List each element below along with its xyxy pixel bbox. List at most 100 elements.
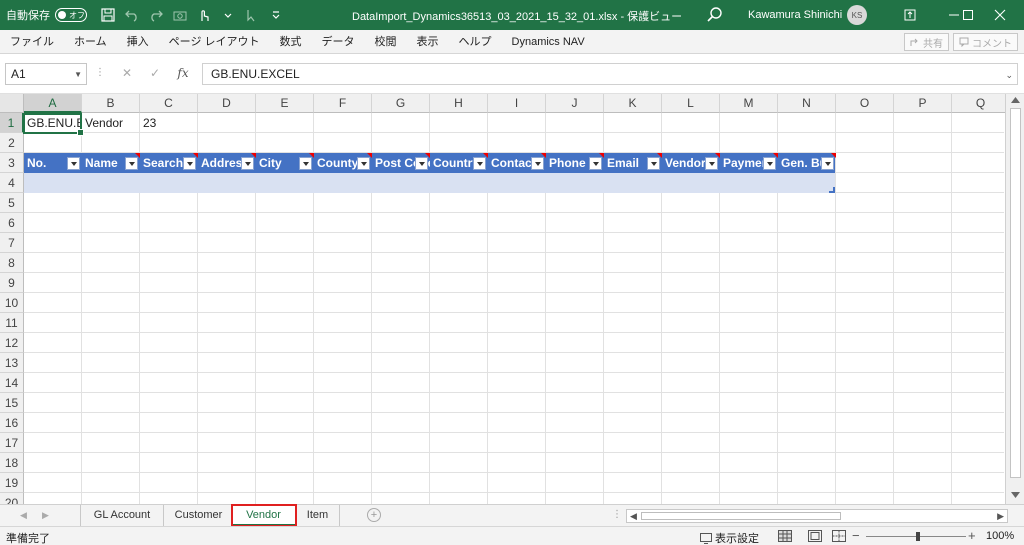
filter-dropdown-icon[interactable] bbox=[705, 157, 718, 170]
sheet-tab-item[interactable]: Item bbox=[296, 505, 340, 526]
camera-icon[interactable] bbox=[169, 4, 191, 26]
column-header-e[interactable]: E bbox=[256, 94, 314, 113]
column-header-n[interactable]: N bbox=[778, 94, 836, 113]
zoom-level[interactable]: 100% bbox=[986, 530, 1014, 542]
dropdown-icon[interactable] bbox=[217, 4, 239, 26]
filter-dropdown-icon[interactable] bbox=[357, 157, 370, 170]
row-header-11[interactable]: 11 bbox=[0, 313, 24, 333]
save-icon[interactable] bbox=[97, 4, 119, 26]
row-header-18[interactable]: 18 bbox=[0, 453, 24, 473]
column-header-c[interactable]: C bbox=[140, 94, 198, 113]
close-button[interactable] bbox=[978, 0, 1022, 30]
ribbon-display-options-button[interactable] bbox=[888, 0, 932, 30]
vertical-scroll-thumb[interactable] bbox=[1010, 108, 1021, 478]
row-header-5[interactable]: 5 bbox=[0, 193, 24, 213]
tab-home[interactable]: ホーム bbox=[64, 30, 117, 54]
tab-file[interactable]: ファイル bbox=[0, 30, 64, 54]
search-icon[interactable] bbox=[706, 6, 724, 24]
cell-b1[interactable]: Vendor bbox=[82, 113, 140, 133]
column-header-l[interactable]: L bbox=[662, 94, 720, 113]
scroll-left-icon[interactable]: ◀ bbox=[630, 511, 637, 522]
table-header-cell[interactable]: Name bbox=[82, 153, 140, 174]
column-header-o[interactable]: O bbox=[836, 94, 894, 113]
tab-data[interactable]: データ bbox=[312, 30, 365, 54]
undo-icon[interactable] bbox=[121, 4, 143, 26]
cancel-icon[interactable]: ✕ bbox=[118, 66, 136, 82]
tab-help[interactable]: ヘルプ bbox=[449, 30, 502, 54]
table-header-cell[interactable]: Vendor bbox=[662, 153, 720, 174]
customize-qat-icon[interactable] bbox=[265, 4, 287, 26]
next-sheet-icon[interactable]: ▶ bbox=[42, 510, 49, 521]
row-header-10[interactable]: 10 bbox=[0, 293, 24, 313]
formula-bar-grip-icon[interactable]: ⋮ bbox=[95, 67, 105, 78]
expand-formula-icon[interactable]: ⌄ bbox=[1005, 65, 1013, 85]
column-header-h[interactable]: H bbox=[430, 94, 488, 113]
filter-dropdown-icon[interactable] bbox=[647, 157, 660, 170]
filter-dropdown-icon[interactable] bbox=[531, 157, 544, 170]
filter-dropdown-icon[interactable] bbox=[299, 157, 312, 170]
formula-input[interactable]: GB.ENU.EXCEL ⌄ bbox=[202, 63, 1018, 85]
scroll-down-icon[interactable] bbox=[1011, 492, 1020, 498]
table-header-cell[interactable]: Post Code bbox=[372, 153, 430, 174]
column-header-f[interactable]: F bbox=[314, 94, 372, 113]
column-header-g[interactable]: G bbox=[372, 94, 430, 113]
touch-mode-icon[interactable] bbox=[193, 4, 215, 26]
tab-dynamics-nav[interactable]: Dynamics NAV bbox=[502, 30, 595, 54]
table-data-row[interactable] bbox=[24, 173, 835, 193]
avatar[interactable]: KS bbox=[847, 5, 867, 25]
sheet-tab-gl-account[interactable]: GL Account bbox=[80, 505, 164, 526]
horizontal-scrollbar[interactable]: ◀ ▶ bbox=[626, 509, 1008, 523]
row-header-12[interactable]: 12 bbox=[0, 333, 24, 353]
row-header-1[interactable]: 1 bbox=[0, 113, 24, 133]
table-header-cell[interactable]: No. bbox=[24, 153, 82, 174]
filter-dropdown-icon[interactable] bbox=[67, 157, 80, 170]
worksheet-grid[interactable]: A B C D E F G H I J K L M N O P Q 1 2 3 4 5 6 7 8 9 10 11 12 13 14 15 16… bbox=[0, 94, 1024, 504]
normal-view-icon[interactable] bbox=[778, 530, 792, 542]
tab-page-layout[interactable]: ページ レイアウト bbox=[159, 30, 270, 54]
page-layout-view-icon[interactable] bbox=[808, 530, 822, 542]
scroll-right-icon[interactable]: ▶ bbox=[997, 511, 1004, 522]
column-header-j[interactable]: J bbox=[546, 94, 604, 113]
row-header-15[interactable]: 15 bbox=[0, 393, 24, 413]
table-header-cell[interactable]: Search bbox=[140, 153, 198, 174]
tab-formulas[interactable]: 数式 bbox=[270, 30, 312, 54]
vertical-scrollbar[interactable] bbox=[1005, 94, 1024, 504]
column-header-i[interactable]: I bbox=[488, 94, 546, 113]
filter-dropdown-icon[interactable] bbox=[241, 157, 254, 170]
display-settings-button[interactable]: 表示設定 bbox=[700, 530, 759, 545]
chevron-down-icon[interactable]: ▼ bbox=[74, 65, 82, 85]
zoom-out-button[interactable]: − bbox=[852, 528, 860, 543]
filter-dropdown-icon[interactable] bbox=[415, 157, 428, 170]
prev-sheet-icon[interactable]: ◀ bbox=[20, 510, 27, 521]
column-header-a[interactable]: A bbox=[24, 94, 82, 113]
filter-dropdown-icon[interactable] bbox=[125, 157, 138, 170]
filter-dropdown-icon[interactable] bbox=[821, 157, 834, 170]
tab-view[interactable]: 表示 bbox=[407, 30, 449, 54]
table-header-cell[interactable]: Country bbox=[430, 153, 488, 174]
page-break-view-icon[interactable] bbox=[832, 530, 846, 542]
tab-review[interactable]: 校閲 bbox=[365, 30, 407, 54]
autosave-toggle[interactable]: オフ bbox=[55, 8, 87, 22]
filter-dropdown-icon[interactable] bbox=[589, 157, 602, 170]
tab-split-grip-icon[interactable]: ⋮ bbox=[612, 509, 622, 520]
table-header-cell[interactable]: Email bbox=[604, 153, 662, 174]
sheet-tab-vendor[interactable]: Vendor bbox=[231, 504, 297, 527]
row-header-19[interactable]: 19 bbox=[0, 473, 24, 493]
filter-dropdown-icon[interactable] bbox=[473, 157, 486, 170]
filter-dropdown-icon[interactable] bbox=[763, 157, 776, 170]
sheet-tab-customer[interactable]: Customer bbox=[164, 505, 234, 526]
row-header-20[interactable]: 20 bbox=[0, 493, 24, 504]
table-header-cell[interactable]: Address bbox=[198, 153, 256, 174]
row-header-3[interactable]: 3 bbox=[0, 153, 24, 173]
zoom-in-button[interactable]: + bbox=[968, 528, 976, 543]
add-sheet-icon[interactable]: + bbox=[367, 508, 381, 522]
row-header-4[interactable]: 4 bbox=[0, 173, 24, 193]
table-header-cell[interactable]: Gen. Bus bbox=[778, 153, 836, 174]
table-header-cell[interactable]: Contact bbox=[488, 153, 546, 174]
column-header-d[interactable]: D bbox=[198, 94, 256, 113]
row-header-17[interactable]: 17 bbox=[0, 433, 24, 453]
cell-c1[interactable]: 23 bbox=[140, 113, 198, 133]
redo-icon[interactable] bbox=[145, 4, 167, 26]
row-header-8[interactable]: 8 bbox=[0, 253, 24, 273]
name-box[interactable]: A1 ▼ bbox=[5, 63, 87, 85]
